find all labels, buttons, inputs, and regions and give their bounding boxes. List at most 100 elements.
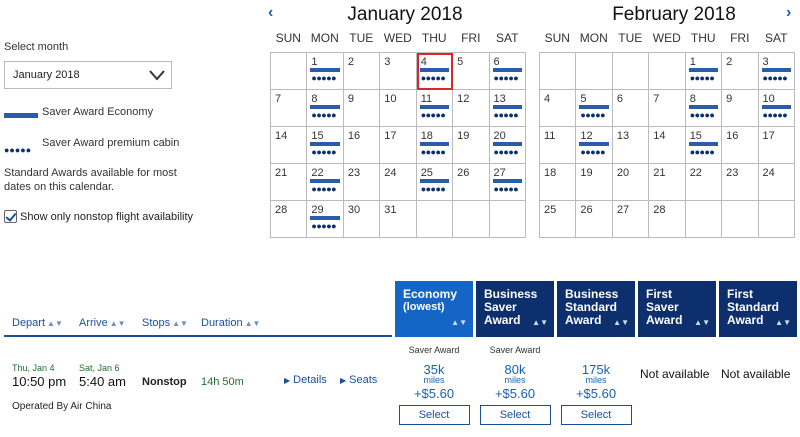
nonstop-checkbox[interactable] xyxy=(4,210,17,223)
calendar-day[interactable]: 12 ●●●●● xyxy=(576,127,613,164)
day-number: 28 xyxy=(275,204,288,216)
calendar-day[interactable]: 28 xyxy=(649,201,686,238)
calendar-day[interactable]: 2 xyxy=(722,53,759,90)
calendar-day[interactable]: 19 xyxy=(453,127,490,164)
calendar-day[interactable]: 16 xyxy=(722,127,759,164)
saver-economy-bar xyxy=(310,179,340,183)
nonstop-filter[interactable]: Show only nonstop flight availability xyxy=(4,210,193,223)
sort-arrive-label: Arrive xyxy=(79,317,108,329)
calendar-day[interactable]: 17 xyxy=(758,127,795,164)
calendar-day[interactable]: 20 xyxy=(612,164,650,201)
calendar-week: 21 22 ●●●●● 23 24 25 ●●●●● 26 27 ●●●●● xyxy=(271,164,526,201)
saver-economy-bar xyxy=(419,68,450,72)
calendar-day[interactable]: 5 xyxy=(453,53,490,90)
calendar-day[interactable]: 24 xyxy=(758,164,795,201)
select-button[interactable]: Select xyxy=(398,405,470,425)
calendar-day[interactable]: 11 xyxy=(540,127,577,164)
calendar-week: 1 ●●●●● 2 3 ●●●●● xyxy=(540,53,795,90)
fare-column-economy[interactable]: Economy (lowest) ▲▼ xyxy=(395,281,473,337)
calendar-day[interactable]: 1 ●●●●● xyxy=(307,53,344,90)
day-number: 16 xyxy=(347,130,361,142)
calendar-day[interactable]: 8 ●●●●● xyxy=(685,90,723,127)
calendar-day[interactable]: 22 xyxy=(685,164,723,201)
select-button[interactable]: Select xyxy=(479,405,551,425)
calendar-day[interactable]: 27 ●●●●● xyxy=(489,164,526,201)
saver-premium-dots: ●●●●● xyxy=(420,73,446,83)
day-number: 6 xyxy=(616,93,623,105)
calendar-day[interactable]: 16 xyxy=(343,127,381,164)
fare-column-first-standard[interactable]: First Standard Award ▲▼ xyxy=(719,281,797,337)
calendar-day[interactable]: 3 xyxy=(380,53,417,90)
sort-arrive[interactable]: Arrive ▲▼ xyxy=(79,317,126,329)
calendar-day[interactable]: 4 ●●●●● xyxy=(416,53,454,90)
fare-column-business-saver[interactable]: Business Saver Award ▲▼ xyxy=(476,281,554,337)
day-number: 22 xyxy=(311,167,324,179)
select-button[interactable]: Select xyxy=(560,405,632,425)
calendar-empty-cell xyxy=(453,201,490,238)
calendar-day[interactable]: 6 xyxy=(612,90,650,127)
calendar-day[interactable]: 31 xyxy=(380,201,417,238)
fare-tax: +$5.60 xyxy=(413,386,455,401)
calendar-day[interactable]: 13 ●●●●● xyxy=(489,90,526,127)
select-month-label: Select month xyxy=(4,41,69,53)
dow-tue: TUE xyxy=(349,31,374,45)
calendar-day[interactable]: 1 ●●●●● xyxy=(685,53,723,90)
sort-stops[interactable]: Stops ▲▼ xyxy=(142,317,188,329)
calendar-day[interactable]: 6 ●●●●● xyxy=(489,53,526,90)
calendar-day[interactable]: 23 xyxy=(343,164,381,201)
calendar-day[interactable]: 5 ●●●●● xyxy=(576,90,613,127)
details-link-label: Details xyxy=(293,374,327,386)
saver-economy-bar xyxy=(310,216,340,220)
saver-economy-bar xyxy=(688,68,719,72)
calendar-day[interactable]: 21 xyxy=(649,164,686,201)
calendar-day[interactable]: 9 xyxy=(343,90,381,127)
seats-link[interactable]: ▶ Seats xyxy=(340,374,377,386)
calendar-day[interactable]: 3 ●●●●● xyxy=(758,53,795,90)
calendar-day[interactable]: 18 ●●●●● xyxy=(416,127,454,164)
calendar-day[interactable]: 30 xyxy=(343,201,381,238)
calendar-day[interactable]: 19 xyxy=(576,164,613,201)
calendar-day[interactable]: 7 xyxy=(649,90,686,127)
calendar-day[interactable]: 22 ●●●●● xyxy=(307,164,344,201)
calendar-day[interactable]: 25 ●●●●● xyxy=(416,164,454,201)
calendar-day[interactable]: 25 xyxy=(540,201,577,238)
sort-duration[interactable]: Duration ▲▼ xyxy=(201,317,260,329)
calendar-day[interactable]: 7 xyxy=(271,90,308,127)
month-select-value: January 2018 xyxy=(13,69,80,81)
saver-economy-bar xyxy=(688,142,719,146)
saver-premium-dots: ●●●●● xyxy=(689,73,715,83)
calendar-day[interactable]: 15 ●●●●● xyxy=(307,127,344,164)
calendar-day[interactable]: 10 ●●●●● xyxy=(758,90,795,127)
calendar-day[interactable]: 13 xyxy=(612,127,650,164)
details-link[interactable]: ▶ Details xyxy=(284,374,327,386)
day-of-week-header: SUN MON TUE WED THU FRI SAT xyxy=(270,31,540,45)
month-select[interactable]: January 2018 xyxy=(4,61,172,89)
fare-column-first-saver[interactable]: First Saver Award ▲▼ xyxy=(638,281,716,337)
calendar-day[interactable]: 27 xyxy=(612,201,650,238)
calendar-day[interactable]: 18 xyxy=(540,164,577,201)
calendar-day[interactable]: 20 ●●●●● xyxy=(489,127,526,164)
day-number: 14 xyxy=(653,130,666,142)
calendar-day[interactable]: 4 xyxy=(540,90,577,127)
calendar-day[interactable]: 8 ●●●●● xyxy=(307,90,344,127)
calendar-day[interactable]: 23 xyxy=(722,164,759,201)
caret-right-icon: ▶ xyxy=(284,376,291,385)
calendar-day[interactable]: 21 xyxy=(271,164,308,201)
calendar-day[interactable]: 26 xyxy=(453,164,490,201)
calendar-day[interactable]: 11 ●●●●● xyxy=(416,90,454,127)
saver-premium-dots: ●●●●● xyxy=(493,110,519,120)
fare-column-business-standard[interactable]: Business Standard Award ▲▼ xyxy=(557,281,635,337)
sort-depart[interactable]: Depart ▲▼ xyxy=(12,317,63,329)
calendar-day[interactable]: 2 xyxy=(343,53,381,90)
calendar-day[interactable]: 14 xyxy=(271,127,308,164)
calendar-day[interactable]: 14 xyxy=(649,127,686,164)
calendar-day[interactable]: 12 xyxy=(453,90,490,127)
calendar-day[interactable]: 26 xyxy=(576,201,613,238)
calendar-day[interactable]: 10 xyxy=(380,90,417,127)
calendar-day[interactable]: 17 xyxy=(380,127,417,164)
calendar-day[interactable]: 9 xyxy=(722,90,759,127)
calendar-day[interactable]: 15 ●●●●● xyxy=(685,127,723,164)
calendar-day[interactable]: 28 xyxy=(271,201,308,238)
calendar-day[interactable]: 29 ●●●●● xyxy=(307,201,344,238)
calendar-day[interactable]: 24 xyxy=(380,164,417,201)
